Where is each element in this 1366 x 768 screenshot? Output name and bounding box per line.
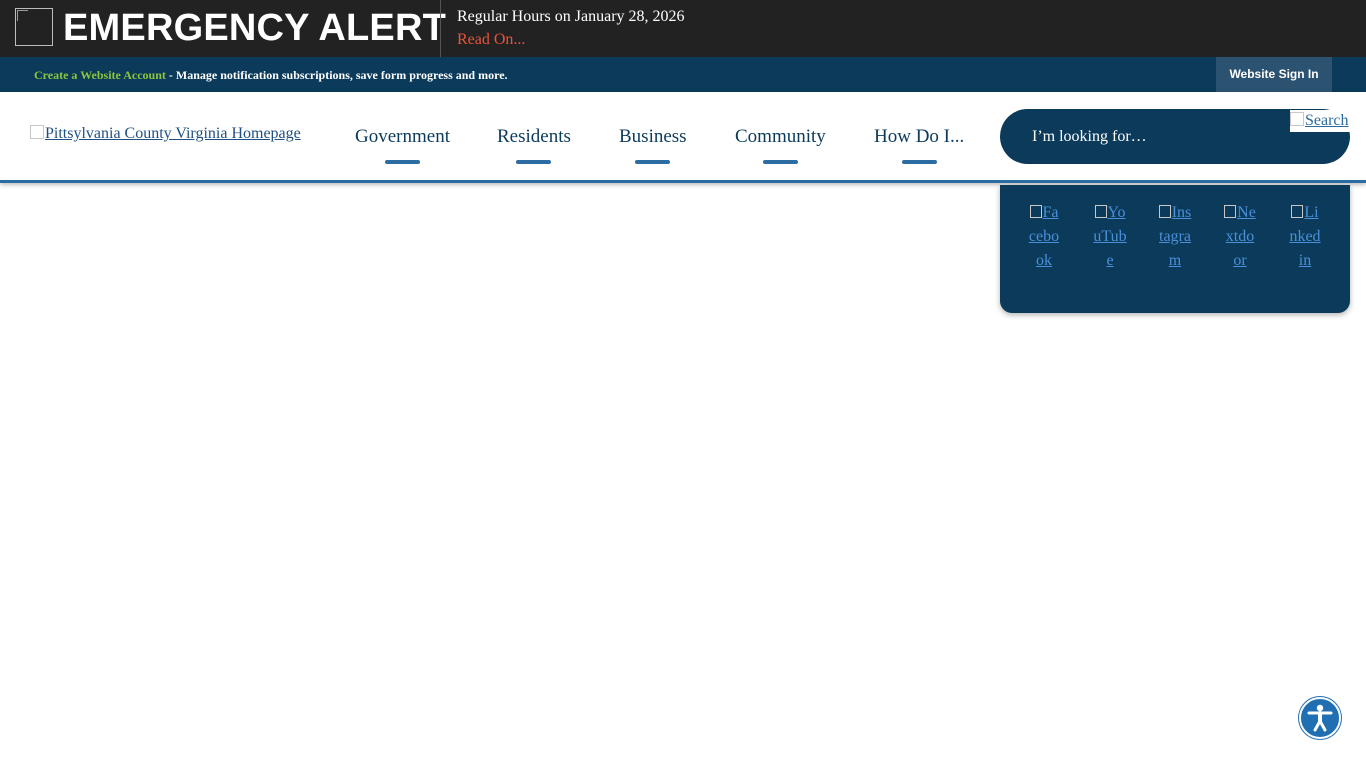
- emergency-alert-bar: EMERGENCY ALERT Regular Hours on January…: [0, 0, 1366, 57]
- instagram-icon: [1158, 205, 1171, 218]
- facebook-link[interactable]: Facebook: [1027, 201, 1061, 273]
- search-button[interactable]: Search: [1290, 110, 1351, 132]
- youtube-link[interactable]: YouTube: [1093, 201, 1127, 273]
- alert-read-on-link[interactable]: Read On...: [457, 31, 525, 49]
- accessibility-icon: [1307, 704, 1333, 732]
- site-logo-link[interactable]: Pittsylvania County Virginia Homepage: [30, 125, 301, 143]
- search-icon: [1290, 112, 1304, 126]
- instagram-link[interactable]: Instagram: [1158, 201, 1192, 273]
- search-input[interactable]: [1032, 127, 1282, 147]
- accessibility-button[interactable]: [1299, 697, 1341, 739]
- nav-underline: [384, 160, 420, 164]
- nav-item-residents[interactable]: Residents: [497, 126, 571, 164]
- nav-item-label: Residents: [497, 126, 571, 147]
- nav-item-label: How Do I...: [874, 126, 965, 147]
- nav-underline: [762, 160, 798, 164]
- linkedin-icon: [1291, 205, 1304, 218]
- create-account-link[interactable]: Create a Website Account: [34, 68, 166, 82]
- nav-item-label: Business: [619, 126, 687, 147]
- logo-alt-text: Pittsylvania County Virginia Homepage: [45, 125, 301, 142]
- website-sign-in-button[interactable]: Website Sign In: [1216, 57, 1332, 92]
- facebook-icon: [1029, 205, 1042, 218]
- youtube-icon: [1094, 205, 1107, 218]
- nav-item-label: Government: [355, 126, 450, 147]
- account-description: - Manage notification subscriptions, sav…: [165, 68, 508, 82]
- nextdoor-link[interactable]: Nextdoor: [1223, 201, 1257, 273]
- linkedin-link[interactable]: Linkedin: [1288, 201, 1322, 273]
- nav-underline: [635, 160, 671, 164]
- nav-item-government[interactable]: Government: [355, 126, 450, 164]
- alert-divider: [440, 0, 441, 57]
- alert-icon: [15, 8, 53, 46]
- search-button-alt-text: Search: [1305, 112, 1349, 129]
- account-notice: Create a Website Account - Manage notifi…: [34, 68, 508, 82]
- nav-item-how-do-i[interactable]: How Do I...: [874, 126, 964, 164]
- social-media-panel: Facebook YouTube Instagram Nextdoor Link…: [1000, 185, 1350, 313]
- nav-underline: [901, 160, 937, 164]
- nav-item-label: Community: [735, 126, 826, 147]
- nav-item-business[interactable]: Business: [619, 126, 687, 164]
- alert-title: EMERGENCY ALERT: [63, 7, 447, 49]
- nav-underline: [516, 160, 552, 164]
- alert-message: Regular Hours on January 28, 2026: [457, 8, 685, 25]
- nav-item-community[interactable]: Community: [735, 126, 826, 164]
- nextdoor-icon: [1224, 205, 1237, 218]
- account-bar: Create a Website Account - Manage notifi…: [0, 57, 1366, 92]
- broken-image-icon: [30, 125, 44, 139]
